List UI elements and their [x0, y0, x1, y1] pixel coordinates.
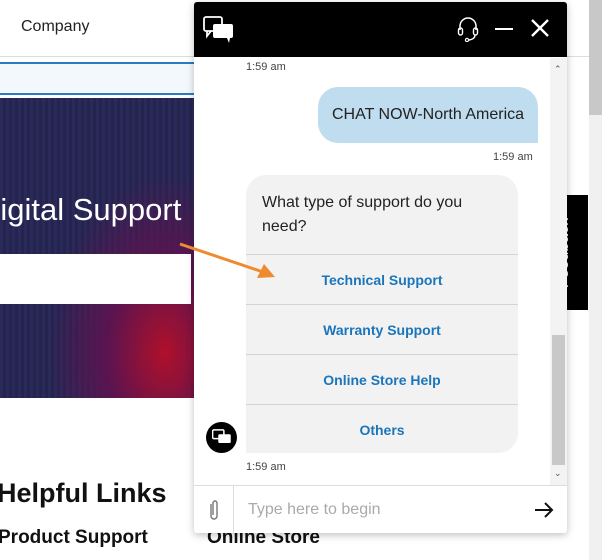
chat-header	[194, 2, 567, 57]
page-scrollbar-thumb[interactable]	[589, 0, 602, 115]
chat-message-input[interactable]	[248, 496, 508, 524]
bot-question: What type of support do you need?	[262, 194, 463, 235]
option-technical-support[interactable]: Technical Support	[246, 254, 518, 304]
paperclip-icon	[209, 500, 218, 520]
chat-scrollbar-thumb[interactable]	[552, 335, 565, 465]
bot-avatar	[206, 422, 237, 453]
option-online-store-help[interactable]: Online Store Help	[246, 354, 518, 404]
minimize-icon[interactable]	[495, 28, 513, 30]
arrow-right-icon[interactable]	[534, 501, 554, 519]
orange-arrow-annotation	[179, 242, 275, 278]
scroll-up-icon[interactable]: ⌃	[554, 64, 562, 75]
chat-input-row	[194, 485, 567, 533]
hero-banner: Digital Support	[0, 98, 194, 398]
user-message: CHAT NOW-North America	[318, 87, 538, 143]
helpful-links-heading: Helpful Links	[0, 478, 167, 508]
timestamp: 1:59 am	[493, 151, 533, 163]
bot-message: What type of support do you need? Techni…	[246, 175, 518, 453]
close-icon[interactable]	[531, 19, 549, 37]
attach-button[interactable]	[194, 486, 234, 533]
scroll-down-icon[interactable]: ⌄	[554, 468, 562, 479]
option-warranty-support[interactable]: Warranty Support	[246, 304, 518, 354]
hero-search-input[interactable]	[0, 254, 191, 304]
headset-icon[interactable]	[457, 16, 479, 42]
timestamp: 1:59 am	[246, 461, 286, 473]
option-others[interactable]: Others	[246, 404, 518, 454]
sub-bar	[0, 62, 194, 95]
nav-company[interactable]: Company	[21, 18, 89, 36]
chat-bubbles-icon	[211, 428, 231, 443]
timestamp: 1:59 am	[246, 61, 286, 73]
product-support-heading[interactable]: Product Support	[0, 527, 148, 549]
hero-title: Digital Support	[0, 192, 182, 227]
chat-bubbles-icon	[203, 16, 233, 43]
